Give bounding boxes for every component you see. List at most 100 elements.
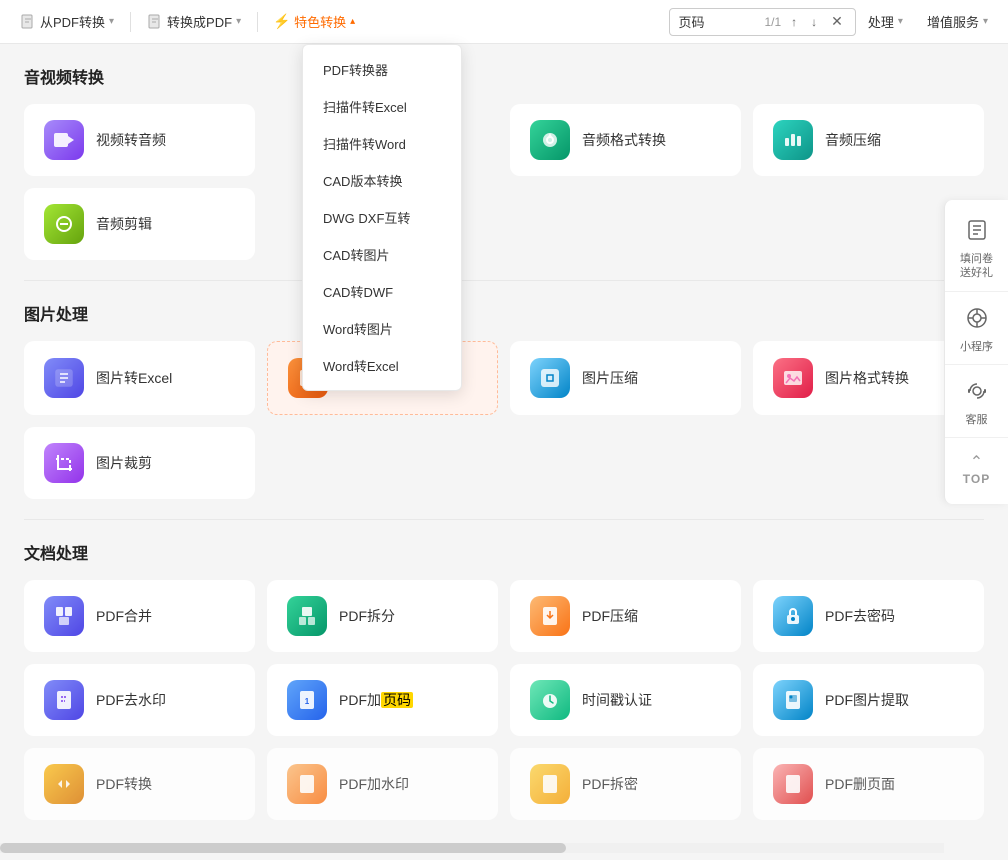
- dropdown-word-excel[interactable]: Word转Excel: [303, 347, 461, 384]
- miniapp-widget[interactable]: 小程序: [945, 296, 1008, 365]
- pdf-add-watermark-label: PDF加水印: [339, 774, 409, 794]
- dropdown-pdf-converter[interactable]: PDF转换器: [303, 51, 461, 88]
- pdf-delete-label: PDF删页面: [825, 774, 895, 794]
- search-input[interactable]: [678, 14, 758, 29]
- pdf-crack-label: PDF拆密: [582, 774, 638, 794]
- tool-pdf-compress[interactable]: PDF压缩: [510, 580, 741, 652]
- pdf-add-watermark-icon: [287, 764, 327, 804]
- toolbar-to-pdf[interactable]: 转换成PDF ▾: [135, 6, 253, 37]
- tool-image-compress[interactable]: 图片压缩: [510, 341, 741, 415]
- timestamp-icon: [530, 680, 570, 720]
- toolbar-vip[interactable]: 增值服务 ▾: [915, 6, 1000, 37]
- toolbar-special[interactable]: ⚡ 特色转换 ▴: [262, 6, 367, 37]
- top-button[interactable]: ⌃ TOP: [945, 442, 1008, 496]
- pdf-watermark-label: PDF去水印: [96, 690, 166, 710]
- chevron-down-icon: ▾: [898, 16, 903, 27]
- page-count: 1/1: [764, 15, 781, 29]
- pdf-merge-label: PDF合并: [96, 606, 152, 626]
- tool-pdf-merge[interactable]: PDF合并: [24, 580, 255, 652]
- audio-video-grid: 视频转音频 音频格式转换: [24, 104, 984, 176]
- dropdown-scan-word[interactable]: 扫描件转Word: [303, 125, 461, 162]
- image-format-icon: [773, 358, 813, 398]
- right-sidebar: 填问卷送好礼 小程序 客服 ⌃: [944, 200, 1008, 504]
- image-excel-label: 图片转Excel: [96, 368, 172, 388]
- image-format-label: 图片格式转换: [825, 368, 909, 388]
- dropdown-scan-excel[interactable]: 扫描件转Excel: [303, 88, 461, 125]
- audio-format-label: 音频格式转换: [582, 130, 666, 150]
- audio-edit-label: 音频剪辑: [96, 214, 152, 234]
- tool-pdf-decrypt[interactable]: PDF去密码: [753, 580, 984, 652]
- image-crop-icon: [44, 443, 84, 483]
- survey-widget[interactable]: 填问卷送好礼: [945, 208, 1008, 292]
- from-pdf-icon: [20, 14, 36, 30]
- close-btn[interactable]: ✕: [827, 11, 847, 32]
- search-bar: 1/1 ↑ ↓ ✕: [669, 8, 855, 36]
- tool-audio-edit[interactable]: 音频剪辑: [24, 188, 255, 260]
- tool-pdf-convert2[interactable]: PDF转换: [24, 748, 255, 820]
- dropdown-word-image[interactable]: Word转图片: [303, 310, 461, 347]
- tool-pdf-watermark[interactable]: PDF去水印: [24, 664, 255, 736]
- support-label: 客服: [966, 413, 988, 427]
- pdf-compress-icon: [530, 596, 570, 636]
- video-audio-label: 视频转音频: [96, 130, 166, 150]
- tool-audio-compress[interactable]: 音频压缩: [753, 104, 984, 176]
- pdf-convert2-icon: [44, 764, 84, 804]
- doc-processing-title: 文档处理: [24, 540, 984, 564]
- tool-audio-format[interactable]: 音频格式转换: [510, 104, 741, 176]
- svg-text:1: 1: [305, 697, 310, 706]
- separator1: [24, 280, 984, 281]
- toolbar-from-pdf[interactable]: 从PDF转换 ▾: [8, 6, 126, 37]
- pdf-image-label: PDF图片提取: [825, 690, 909, 710]
- tool-image-crop[interactable]: 图片裁剪: [24, 427, 255, 499]
- dropdown-cad-image[interactable]: CAD转图片: [303, 236, 461, 273]
- image-grid: 图片转Excel 图片压缩: [24, 341, 984, 415]
- tool-pdf-image[interactable]: PDF图片提取: [753, 664, 984, 736]
- pdf-compress-label: PDF压缩: [582, 606, 638, 626]
- pdf-merge-icon: [44, 596, 84, 636]
- separator2: [24, 519, 984, 520]
- tool-pdf-delete[interactable]: PDF删页面: [753, 748, 984, 820]
- audio-compress-icon: [773, 120, 813, 160]
- miniapp-label: 小程序: [960, 340, 993, 354]
- dropdown-cad-dwf[interactable]: CAD转DWF: [303, 273, 461, 310]
- main-content: 音视频转换 视频转音频 音频格式转换: [0, 44, 1008, 860]
- dropdown-dwg-dxf[interactable]: DWG DXF互转: [303, 199, 461, 236]
- image-processing-title: 图片处理: [24, 301, 984, 325]
- image-compress-label: 图片压缩: [582, 368, 638, 388]
- tool-timestamp[interactable]: 时间戳认证: [510, 664, 741, 736]
- pdf-decrypt-label: PDF去密码: [825, 606, 895, 626]
- image-crop-label: 图片裁剪: [96, 453, 152, 473]
- audio-format-icon: [530, 120, 570, 160]
- pdf-split-icon: [287, 596, 327, 636]
- chevron-down-icon: ▾: [109, 16, 114, 27]
- scrollbar-thumb[interactable]: [0, 843, 566, 853]
- video-audio-icon: [44, 120, 84, 160]
- image-compress-icon: [530, 358, 570, 398]
- dropdown-cad-version[interactable]: CAD版本转换: [303, 162, 461, 199]
- tool-pdf-crack[interactable]: PDF拆密: [510, 748, 741, 820]
- dropdown-menu: PDF转换器 扫描件转Excel 扫描件转Word CAD版本转换 DWG DX…: [302, 44, 462, 391]
- tool-image-excel[interactable]: 图片转Excel: [24, 341, 255, 415]
- pdf-image-icon: [773, 680, 813, 720]
- miniapp-icon: [965, 306, 989, 336]
- image-excel-icon: [44, 358, 84, 398]
- pdf-watermark-icon: [44, 680, 84, 720]
- doc-grid-row3: PDF转换 PDF加水印 PDF拆密 PDF删: [24, 748, 984, 820]
- support-icon: [965, 379, 989, 409]
- tool-pdf-add-watermark[interactable]: PDF加水印: [267, 748, 498, 820]
- pdf-split-label: PDF拆分: [339, 606, 395, 626]
- toolbar: 从PDF转换 ▾ 转换成PDF ▾ ⚡ 特色转换 ▴ 1/1 ↑ ↓ ✕ 处理 …: [0, 0, 1008, 44]
- tool-video-audio[interactable]: 视频转音频: [24, 104, 255, 176]
- divider: [130, 12, 131, 32]
- tool-pdf-page[interactable]: 1 PDF加页码: [267, 664, 498, 736]
- survey-icon: [965, 218, 989, 248]
- audio-edit-grid: 音频剪辑: [24, 188, 984, 260]
- support-widget[interactable]: 客服: [945, 369, 1008, 438]
- scrollbar[interactable]: [0, 843, 944, 853]
- prev-btn[interactable]: ↑: [787, 13, 801, 31]
- next-btn[interactable]: ↓: [807, 13, 821, 31]
- to-pdf-icon: [147, 14, 163, 30]
- pdf-convert2-label: PDF转换: [96, 774, 152, 794]
- tool-pdf-split[interactable]: PDF拆分: [267, 580, 498, 652]
- toolbar-process[interactable]: 处理 ▾: [856, 6, 915, 37]
